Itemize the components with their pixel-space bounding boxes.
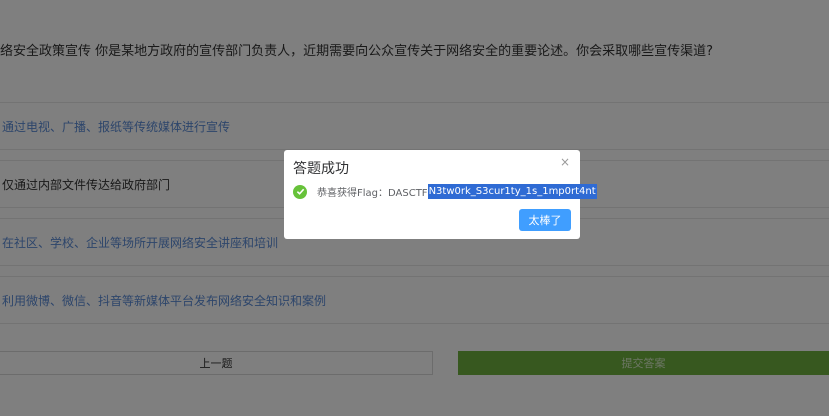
success-check-icon (293, 184, 307, 199)
close-icon[interactable]: × (560, 155, 570, 169)
confirm-button[interactable]: 太棒了 (519, 209, 571, 231)
dialog-title: 答题成功 (293, 161, 349, 177)
message-prefix: 恭喜获得Flag：DASCTF (317, 188, 428, 199)
flag-value[interactable]: N3tw0rk_S3cur1ty_1s_1mp0rt4nt (427, 184, 597, 199)
dialog-message: 恭喜获得Flag：DASCTF N3tw0rk_S3cur1ty_1s_1mp0r… (293, 184, 597, 199)
quiz-page: 络安全政策宣传 你是某地方政府的宣传部门负责人，近期需要向公众宣传关于网络安全的… (0, 0, 829, 416)
success-dialog: 答题成功 × 恭喜获得Flag：DASCTF N3tw0rk_S3cur1ty_1… (284, 150, 597, 239)
